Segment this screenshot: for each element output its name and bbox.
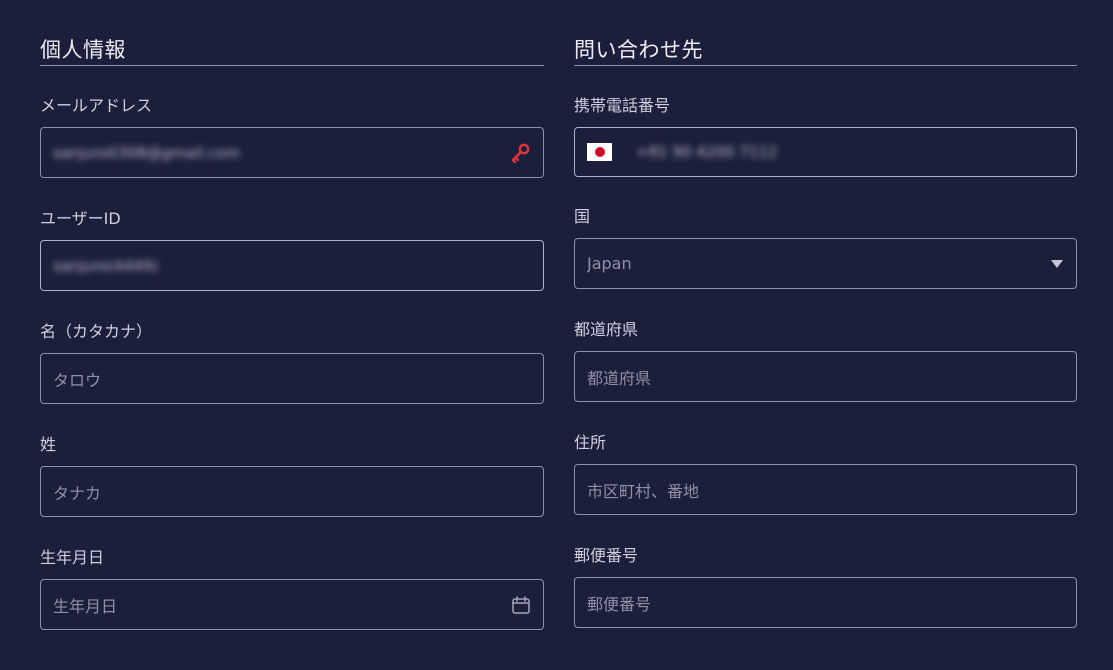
last-name-kana-input[interactable]: タナカ (40, 466, 544, 517)
birthdate-label: 生年月日 (40, 548, 105, 567)
postal-code-label: 郵便番号 (574, 546, 639, 565)
mobile-value: +81 90 4200 7112 (636, 143, 778, 161)
birthdate-placeholder: 生年月日 (53, 596, 118, 616)
country-field-group: 国 Japan (574, 205, 1077, 289)
address-field-group: 住所 市区町村、番地 (574, 431, 1077, 515)
first-name-kana-input[interactable]: タロウ (40, 353, 544, 404)
last-name-kana-field-group: 姓 タナカ (40, 433, 544, 517)
prefecture-label: 都道府県 (574, 320, 639, 339)
mobile-input[interactable]: +81 90 4200 7112 (574, 127, 1077, 177)
country-value: Japan (587, 254, 632, 273)
contact-section: 問い合わせ先 携帯電話番号 +81 90 4200 7112 国 Japan 都… (574, 36, 1077, 628)
postal-code-placeholder: 郵便番号 (587, 594, 652, 614)
postal-code-input[interactable]: 郵便番号 (574, 577, 1077, 628)
contact-title: 問い合わせ先 (574, 36, 1077, 66)
caret-down-icon[interactable] (1050, 259, 1064, 269)
user-id-label: ユーザーID (40, 209, 121, 228)
country-label: 国 (574, 207, 591, 226)
japan-flag-icon[interactable] (587, 143, 612, 161)
address-input[interactable]: 市区町村、番地 (574, 464, 1077, 515)
prefecture-field-group: 都道府県 都道府県 (574, 318, 1077, 402)
last-name-kana-label: 姓 (40, 435, 57, 454)
mobile-label: 携帯電話番号 (574, 96, 671, 115)
user-id-value: sanjuro(4449) (53, 256, 159, 275)
first-name-kana-field-group: 名（カタカナ） タロウ (40, 320, 544, 404)
user-id-input[interactable]: sanjuro(4449) (40, 240, 544, 291)
first-name-kana-label: 名（カタカナ） (40, 322, 153, 341)
last-name-kana-placeholder: タナカ (53, 483, 102, 503)
email-field-group: メールアドレス sanjuro0308@gmail.com (40, 94, 544, 178)
calendar-icon[interactable] (511, 595, 531, 615)
email-label: メールアドレス (40, 96, 153, 115)
country-select[interactable]: Japan (574, 238, 1077, 289)
personal-info-section: 個人情報 メールアドレス sanjuro0308@gmail.com ユーザーI… (40, 36, 544, 630)
postal-code-field-group: 郵便番号 郵便番号 (574, 544, 1077, 628)
personal-info-title: 個人情報 (40, 36, 544, 66)
user-id-field-group: ユーザーID sanjuro(4449) (40, 207, 544, 291)
japan-flag-circle (594, 147, 605, 157)
address-label: 住所 (574, 433, 607, 452)
address-placeholder: 市区町村、番地 (587, 481, 700, 501)
birthdate-field-group: 生年月日 生年月日 (40, 546, 544, 630)
prefecture-input[interactable]: 都道府県 (574, 351, 1077, 402)
email-value: sanjuro0308@gmail.com (53, 143, 240, 162)
prefecture-placeholder: 都道府県 (587, 368, 652, 388)
key-icon[interactable] (509, 142, 531, 164)
mobile-field-group: 携帯電話番号 +81 90 4200 7112 (574, 94, 1077, 177)
first-name-kana-placeholder: タロウ (53, 370, 102, 390)
birthdate-input[interactable]: 生年月日 (40, 579, 544, 630)
email-input[interactable]: sanjuro0308@gmail.com (40, 127, 544, 178)
